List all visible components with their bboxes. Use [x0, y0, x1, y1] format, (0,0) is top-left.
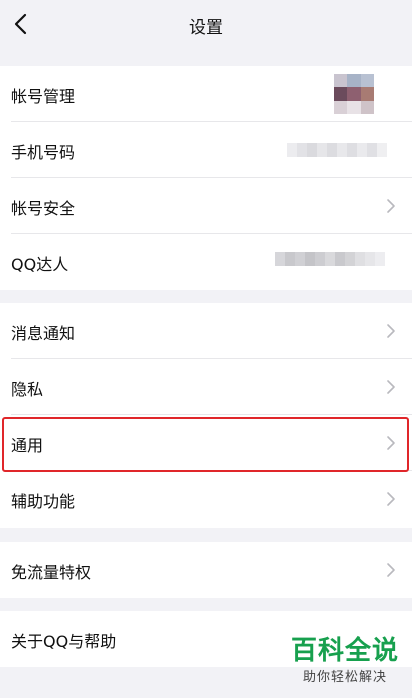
avatar	[334, 74, 374, 114]
about-help-label: 关于QQ与帮助	[11, 632, 117, 651]
row-free-data[interactable]: 免流量特权	[0, 542, 412, 598]
chevron-right-icon	[386, 323, 396, 339]
row-general[interactable]: 通用	[0, 415, 412, 471]
general-label: 通用	[11, 436, 44, 455]
qq-expert-label: QQ达人	[11, 255, 69, 274]
chevron-right-icon	[386, 379, 396, 395]
chevron-right-icon	[386, 491, 396, 507]
watermark-brand: 百科全说	[290, 636, 399, 666]
blurred-phone-value	[287, 143, 387, 157]
row-account-security[interactable]: 帐号安全	[0, 178, 412, 234]
watermark: 百科全说 助你轻松解决	[286, 634, 404, 692]
account-management-label: 帐号管理	[11, 87, 76, 106]
notifications-label: 消息通知	[11, 324, 76, 343]
free-data-group: 免流量特权	[0, 542, 412, 598]
watermark-slogan: 助你轻松解决	[302, 670, 387, 685]
chevron-right-icon	[386, 198, 396, 214]
page-title: 设置	[189, 18, 223, 38]
free-data-label: 免流量特权	[11, 563, 92, 582]
nav-bar: 设置	[0, 0, 412, 48]
account-security-label: 帐号安全	[11, 199, 76, 218]
row-phone-number[interactable]: 手机号码	[0, 122, 412, 178]
account-group: 帐号管理 手机号码 帐号安全 QQ达人	[0, 66, 412, 290]
accessibility-label: 辅助功能	[11, 492, 76, 511]
row-notifications[interactable]: 消息通知	[0, 303, 412, 359]
chevron-right-icon	[386, 435, 396, 451]
phone-number-label: 手机号码	[11, 143, 76, 162]
row-account-management[interactable]: 帐号管理	[0, 66, 412, 122]
row-accessibility[interactable]: 辅助功能	[0, 471, 412, 527]
preferences-group: 消息通知 隐私 通用 辅助功能	[0, 303, 412, 528]
row-qq-expert[interactable]: QQ达人	[0, 234, 412, 290]
row-privacy[interactable]: 隐私	[0, 359, 412, 415]
chevron-right-icon	[386, 562, 396, 578]
privacy-label: 隐私	[11, 380, 44, 399]
blurred-qq-value	[275, 252, 385, 266]
